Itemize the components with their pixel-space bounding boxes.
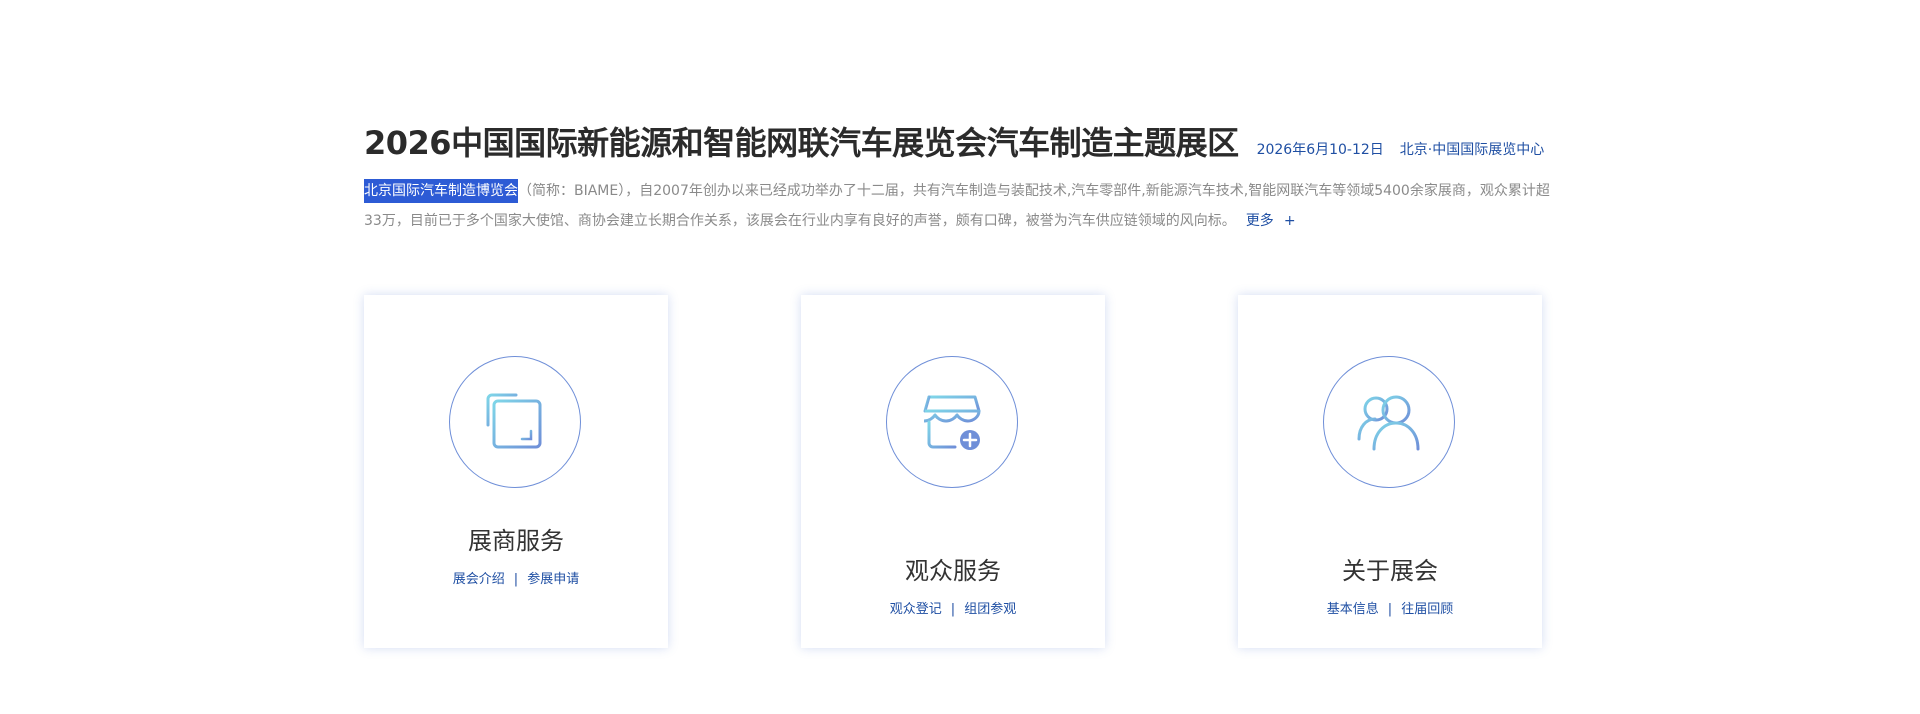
more-link[interactable]: 更多: [1246, 213, 1274, 229]
card-links: 观众登记 | 组团参观: [801, 598, 1105, 617]
card-about-exhibition[interactable]: 关于展会 基本信息 | 往届回顾: [1238, 295, 1542, 648]
intro-text: （简称：BIAME），自2007年创办以来已经成功举办了十二届，共有汽车制造与装…: [364, 183, 1550, 229]
link-basic-info[interactable]: 基本信息: [1327, 602, 1379, 617]
card-exhibitor-services[interactable]: 展商服务 展会介绍 | 参展申请: [364, 295, 668, 648]
event-meta: 2026年6月10-12日 北京·中国国际展览中心: [1257, 139, 1545, 159]
page-title: 2026中国国际新能源和智能网联汽车展览会汽车制造主题展区: [364, 124, 1239, 162]
plus-icon[interactable]: +: [1284, 213, 1296, 229]
header: 2026中国国际新能源和智能网联汽车展览会汽车制造主题展区 2026年6月10-…: [364, 118, 1544, 164]
card-links: 基本信息 | 往届回顾: [1238, 598, 1542, 617]
icon-circle: [1323, 356, 1455, 488]
intro-highlight: 北京国际汽车制造博览会: [364, 179, 518, 203]
link-visitor-registration[interactable]: 观众登记: [890, 602, 942, 617]
users-icon: [1357, 395, 1420, 451]
card-links: 展会介绍 | 参展申请: [364, 568, 668, 587]
icon-circle: [449, 356, 581, 488]
event-venue: 北京·中国国际展览中心: [1399, 142, 1545, 158]
card-visitor-services[interactable]: 观众服务 观众登记 | 组团参观: [801, 295, 1105, 648]
link-divider: |: [513, 572, 519, 587]
event-date: 2026年6月10-12日: [1256, 142, 1384, 158]
link-divider: |: [1387, 602, 1393, 617]
icon-circle: [886, 356, 1018, 488]
link-exhibit-apply[interactable]: 参展申请: [527, 572, 579, 587]
card-title: 关于展会: [1342, 557, 1438, 585]
storefront-add-icon: [923, 395, 981, 450]
copy-squares-icon: [486, 393, 542, 449]
page: 2026中国国际新能源和智能网联汽车展览会汽车制造主题展区 2026年6月10-…: [0, 0, 1920, 714]
card-title: 展商服务: [468, 527, 564, 555]
card-title: 观众服务: [905, 557, 1001, 585]
link-group-visit[interactable]: 组团参观: [964, 602, 1016, 617]
link-divider: |: [950, 602, 956, 617]
link-past-review[interactable]: 往届回顾: [1401, 602, 1453, 617]
link-exhibition-intro[interactable]: 展会介绍: [453, 572, 505, 587]
intro-paragraph: 北京国际汽车制造博览会（简称：BIAME），自2007年创办以来已经成功举办了十…: [364, 176, 1564, 236]
